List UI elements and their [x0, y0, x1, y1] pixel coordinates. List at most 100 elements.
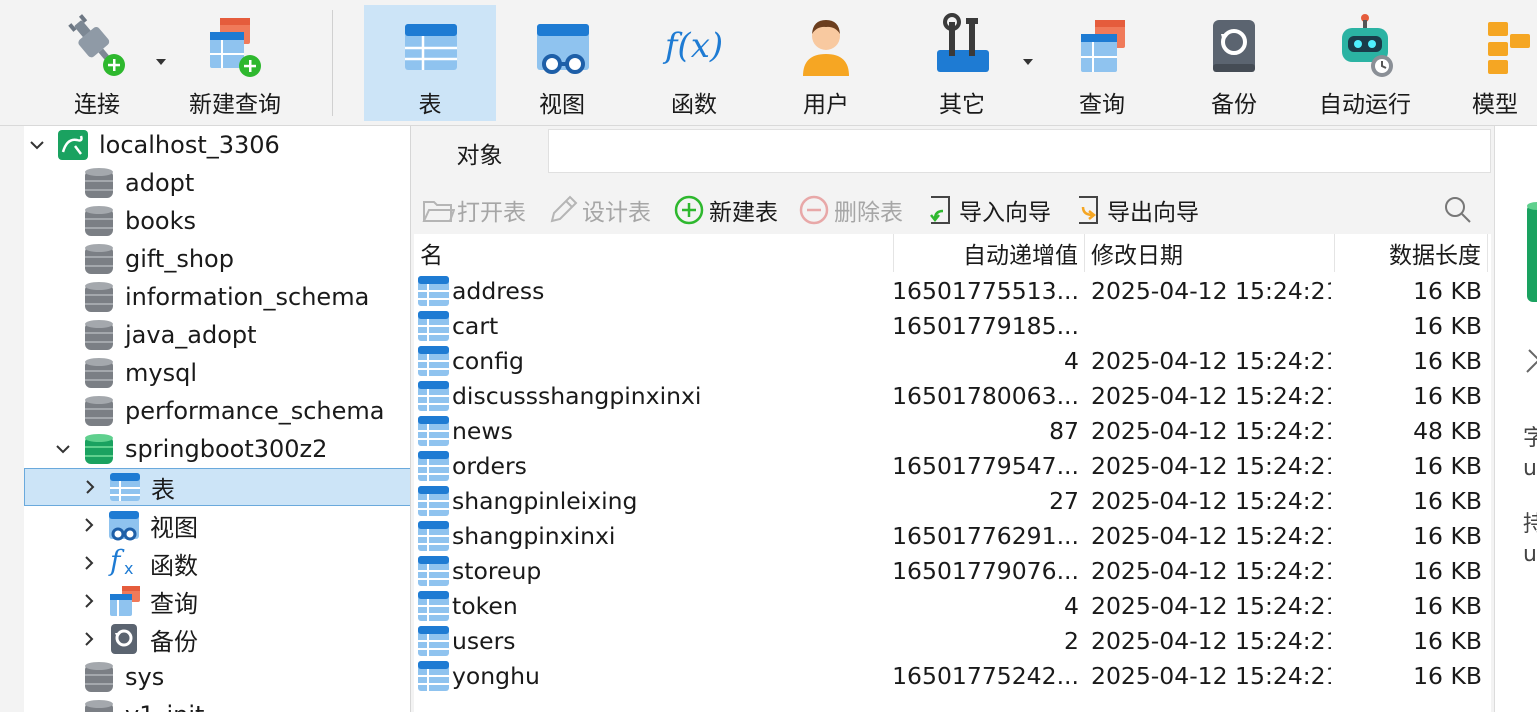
design-table-button[interactable]: 设计表 [546, 192, 651, 228]
table-row[interactable]: yonghu 16501775242... 2025-04-12 15:24:21 1… [414, 658, 1491, 693]
new-query-button[interactable]: 新建查询 [180, 5, 290, 121]
tree-db-books[interactable]: books [24, 202, 410, 240]
design-table-label: 设计表 [582, 200, 651, 226]
tree-db-sys[interactable]: sys [24, 658, 410, 696]
table-name-cell: shangpinxinxi [452, 521, 616, 550]
table-row[interactable]: shangpinleixing 27 2025-04-12 15:24:21 16 K… [414, 483, 1491, 518]
database-label: springboot300z2 [125, 435, 328, 463]
table-row[interactable]: storeup 16501779076... 2025-04-12 15:24:21… [414, 553, 1491, 588]
table-button[interactable]: 表 [364, 5, 496, 121]
model-button[interactable]: 模型 [1440, 5, 1537, 121]
collapse-chevron-icon[interactable] [56, 442, 70, 456]
auto-increment-cell: 4 [1064, 346, 1079, 375]
table-row[interactable]: discussshangpinxinxi 16501780063... 2025-0… [414, 378, 1491, 413]
database-icon [84, 394, 114, 428]
view-button[interactable]: 视图 [500, 5, 624, 121]
tree-db-adopt[interactable]: adopt [24, 164, 410, 202]
tree-functions-node[interactable]: fx 函数 [24, 544, 410, 582]
data-length-cell: 16 KB [1413, 626, 1482, 655]
view-icon [527, 10, 597, 82]
table-row[interactable]: address 16501775513... 2025-04-12 15:24:21… [414, 273, 1491, 308]
col-data-length-header[interactable]: 数据长度 [1335, 234, 1488, 272]
data-length-cell: 16 KB [1413, 451, 1482, 480]
database-label: books [125, 207, 197, 235]
delete-table-button[interactable]: 删除表 [798, 192, 903, 228]
auto-increment-cell: 4 [1064, 591, 1079, 620]
data-length-cell: 16 KB [1413, 276, 1482, 305]
tables-label: 表 [151, 475, 175, 504]
backup-label: 备份 [1211, 92, 1257, 118]
data-length-cell: 16 KB [1413, 346, 1482, 375]
table-row[interactable]: config 4 2025-04-12 15:24:21 16 KB [414, 343, 1491, 378]
model-icon [1460, 10, 1530, 82]
query-button[interactable]: 查询 [1040, 5, 1164, 121]
function-button[interactable]: f(x) 函数 [632, 5, 756, 121]
user-button[interactable]: 用户 [764, 5, 888, 121]
database-label: sys [125, 663, 165, 691]
tree-backups-node[interactable]: 备份 [24, 620, 410, 658]
pin-icon[interactable] [1525, 348, 1537, 374]
expand-chevron-icon[interactable] [82, 632, 96, 646]
import-wizard-button[interactable]: 导入向导 [923, 192, 1051, 228]
search-button[interactable] [1441, 192, 1477, 228]
database-label: java_adopt [125, 321, 257, 349]
table-name-cell: shangpinleixing [452, 486, 638, 515]
collapse-chevron-icon[interactable] [30, 138, 44, 152]
other-button[interactable]: 其它 [900, 5, 1024, 121]
table-icon [417, 449, 450, 482]
import-wizard-label: 导入向导 [959, 200, 1051, 226]
tree-db-mysql[interactable]: mysql [24, 354, 410, 392]
new-table-button[interactable]: 新建表 [673, 192, 778, 228]
tree-db-v1-init[interactable]: v1_init [24, 696, 410, 712]
modified-date-cell: 2025-04-12 15:24:21 [1091, 451, 1331, 480]
connect-button[interactable]: 连接 [52, 5, 142, 121]
database-icon [84, 242, 114, 276]
tab-objects[interactable]: 对象 [411, 129, 548, 176]
auto-run-label: 自动运行 [1319, 92, 1411, 118]
backup-button[interactable]: 备份 [1172, 5, 1296, 121]
main-toolbar: 连接 新建查询 表 视图 f(x) 函数 用户 其它 查询 备份 自动运行 模型 [0, 0, 1537, 126]
expand-chevron-icon[interactable] [83, 480, 97, 494]
other-dropdown-icon[interactable] [1023, 59, 1033, 65]
other-label: 其它 [939, 92, 985, 118]
col-modified-date-header[interactable]: 修改日期 [1085, 234, 1335, 272]
table-icon [417, 554, 450, 587]
tree-connection[interactable]: localhost_3306 [24, 126, 410, 164]
table-icon [417, 379, 450, 412]
tree-db-springboot300z2[interactable]: springboot300z2 [24, 430, 410, 468]
tree-db-performance-schema[interactable]: performance_schema [24, 392, 410, 430]
remove-circle-icon [798, 193, 832, 227]
table-icon [417, 659, 450, 692]
connect-dropdown-icon[interactable] [156, 59, 166, 65]
import-icon [923, 193, 957, 227]
table-row[interactable]: cart 16501779185... 16 KB [414, 308, 1491, 343]
table-row[interactable]: token 4 2025-04-12 15:24:21 16 KB [414, 588, 1491, 623]
tree-db-java-adopt[interactable]: java_adopt [24, 316, 410, 354]
export-wizard-label: 导出向导 [1107, 200, 1199, 226]
col-name-header[interactable]: 名 [414, 234, 894, 272]
tree-views-node[interactable]: 视图 [24, 506, 410, 544]
expand-chevron-icon[interactable] [82, 594, 96, 608]
database-icon [1527, 202, 1537, 302]
tree-queries-node[interactable]: 查询 [24, 582, 410, 620]
table-row[interactable]: orders 16501779547... 2025-04-12 15:24:21 1… [414, 448, 1491, 483]
database-icon [84, 280, 114, 314]
info-pane: 字 u 持 u [1494, 126, 1537, 712]
database-label: gift_shop [125, 245, 234, 273]
expand-chevron-icon[interactable] [82, 518, 96, 532]
open-table-button[interactable]: 打开表 [421, 192, 526, 228]
expand-chevron-icon[interactable] [82, 556, 96, 570]
tree-db-gift-shop[interactable]: gift_shop [24, 240, 410, 278]
auto-increment-cell: 87 [1049, 416, 1079, 445]
data-length-cell: 16 KB [1413, 661, 1482, 690]
export-wizard-button[interactable]: 导出向导 [1071, 192, 1199, 228]
auto-run-button[interactable]: 自动运行 [1300, 5, 1430, 121]
col-auto-increment-header[interactable]: 自动递增值 [894, 234, 1085, 272]
tree-tables-node[interactable]: 表 [24, 468, 410, 506]
tree-db-information-schema[interactable]: information_schema [24, 278, 410, 316]
view-icon [108, 508, 140, 542]
table-name-cell: config [452, 346, 524, 375]
table-row[interactable]: shangpinxinxi 16501776291... 2025-04-12 15… [414, 518, 1491, 553]
table-row[interactable]: news 87 2025-04-12 15:24:21 48 KB [414, 413, 1491, 448]
table-row[interactable]: users 2 2025-04-12 15:24:21 16 KB [414, 623, 1491, 658]
